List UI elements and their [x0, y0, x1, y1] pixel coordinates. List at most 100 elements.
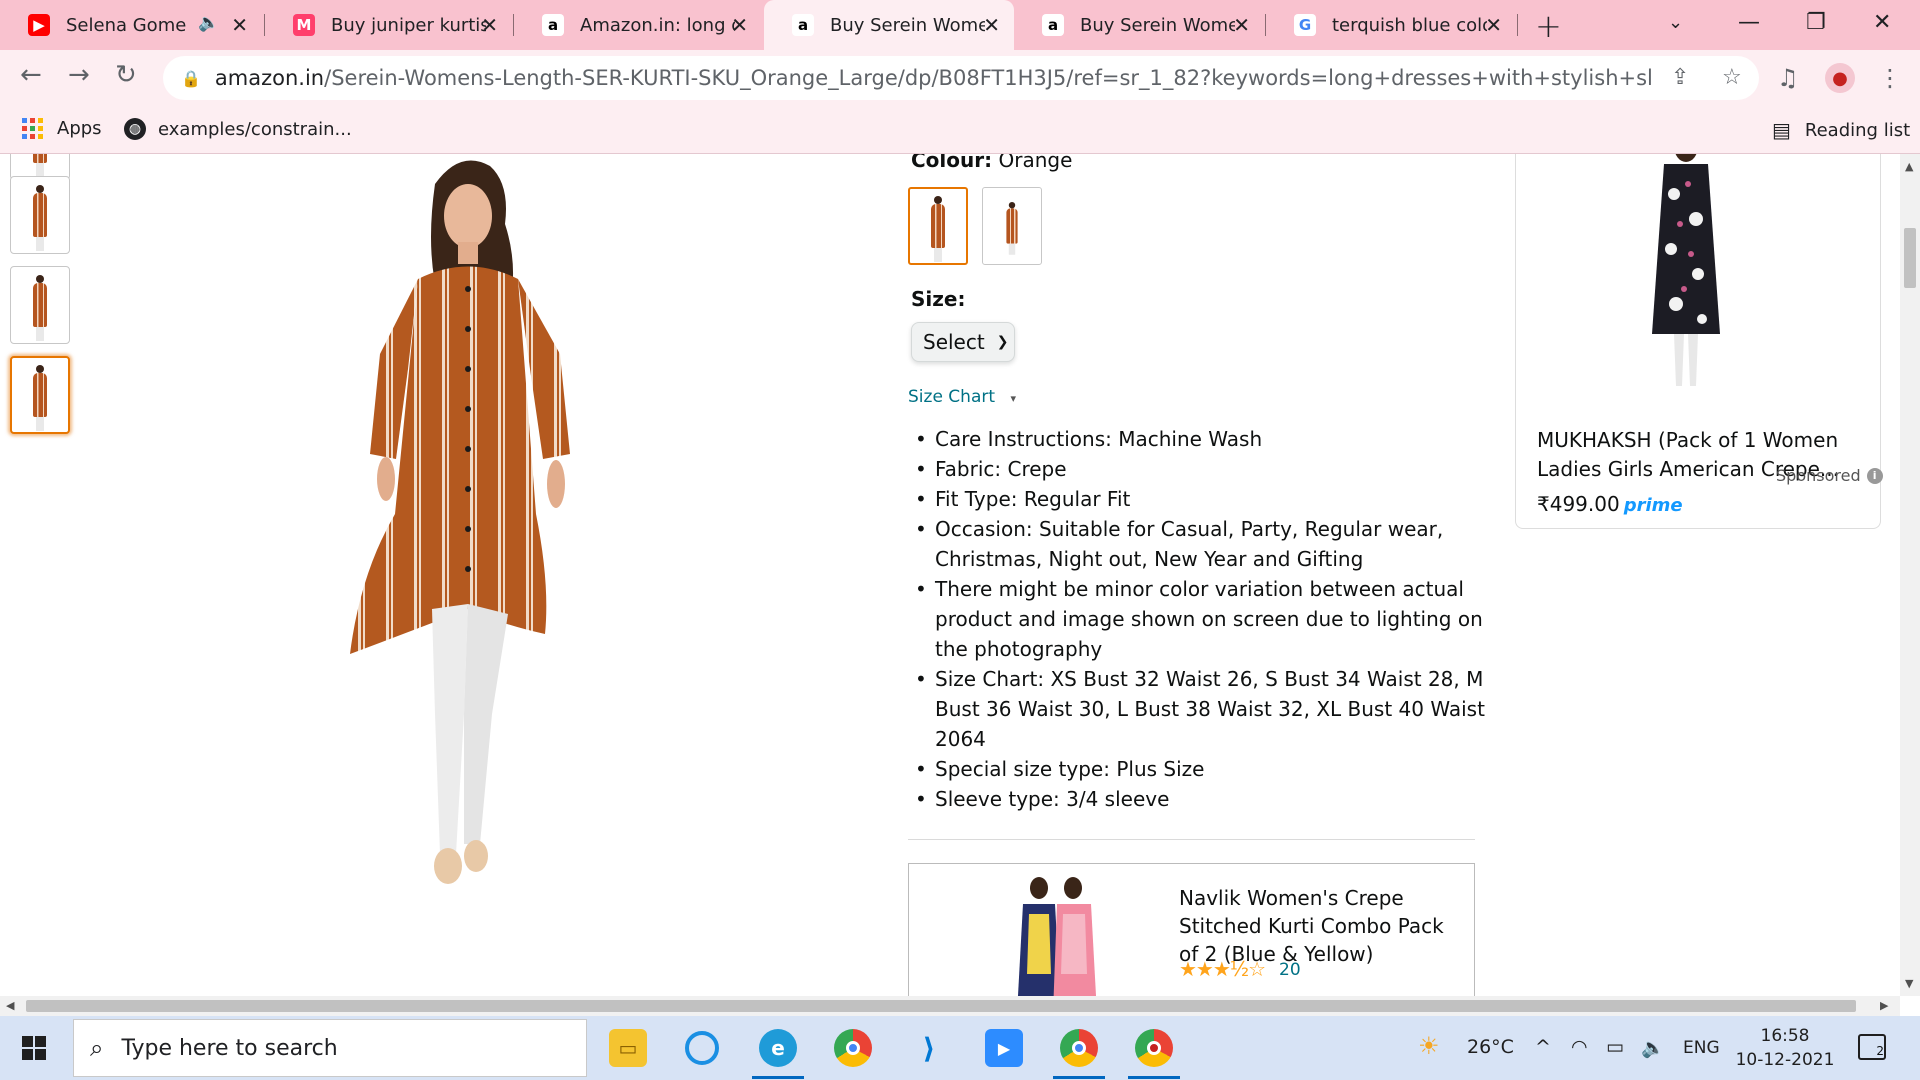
zoom-icon[interactable]: ▶	[985, 1029, 1023, 1067]
close-icon[interactable]: ✕	[1233, 13, 1250, 37]
feature-bullet: Occasion: Suitable for Casual, Party, Re…	[915, 514, 1485, 574]
reading-list-label: Reading list	[1804, 119, 1911, 141]
new-tab-button[interactable]: +	[1535, 7, 1562, 45]
colour-swatch[interactable]	[982, 187, 1042, 265]
product-page: Colour: Orange Size: Select ❯ Size Chart…	[0, 154, 1900, 996]
bookmarks-bar: Apps ◍ examples/constrain... ▤ Reading l…	[0, 106, 1920, 154]
tab-title: terquish blue colou	[1332, 14, 1487, 36]
youtube-icon: ▶	[28, 14, 50, 36]
sponsored-product-card[interactable]: Navlik Women's Crepe Stitched Kurti Comb…	[908, 863, 1475, 996]
bookmark-apps[interactable]: Apps	[22, 118, 102, 139]
size-chart-link[interactable]: Size Chart ▾	[908, 387, 1016, 407]
vertical-scrollbar[interactable]: ▲ ▼	[1900, 154, 1920, 996]
weather-icon[interactable]: ☀	[1418, 1032, 1440, 1060]
close-icon[interactable]: ✕	[731, 13, 748, 37]
close-icon[interactable]: ✕	[231, 13, 248, 37]
horizontal-scroll-thumb[interactable]	[26, 1000, 1856, 1012]
share-icon[interactable]: ⇪	[1671, 65, 1689, 90]
browser-toolbar: ← → ↻ 🔒 amazon.in /Serein-Womens-Length-…	[0, 50, 1920, 106]
swatch-image	[1006, 201, 1018, 255]
price-value: ₹499.00	[1537, 492, 1620, 516]
chevron-down-icon: ▾	[1010, 392, 1016, 405]
language-indicator[interactable]: ENG	[1683, 1038, 1720, 1058]
sponsored-text: Sponsored	[1776, 466, 1861, 485]
speaker-icon[interactable]: 🔈	[198, 13, 219, 33]
feature-bullet: Fit Type: Regular Fit	[915, 484, 1485, 514]
product-thumbnail[interactable]	[10, 266, 70, 344]
lock-icon[interactable]: 🔒	[181, 69, 201, 88]
windows-taskbar: ⌕ Type here to search ▭ e ⟩ ▶ ☀ 26°C ^ ◠…	[0, 1016, 1920, 1080]
close-icon[interactable]: ✕	[1485, 13, 1502, 37]
battery-icon[interactable]: ▭	[1606, 1036, 1624, 1058]
tab-title: Amazon.in: long dr	[580, 14, 735, 36]
close-icon[interactable]: ✕	[481, 13, 498, 37]
notification-center-icon[interactable]: 2	[1858, 1034, 1886, 1060]
bookmark-examples[interactable]: ◍ examples/constrain...	[124, 118, 352, 140]
forward-button[interactable]: →	[68, 60, 90, 90]
volume-icon[interactable]: 🔈	[1641, 1036, 1665, 1059]
reading-list-button[interactable]: ▤ Reading list	[1772, 118, 1910, 142]
wifi-icon[interactable]: ◠	[1571, 1036, 1588, 1058]
tab-google[interactable]: G terquish blue colou ✕	[1266, 0, 1516, 50]
star-rating-icon[interactable]: ★★★½☆	[1179, 957, 1266, 981]
scroll-down-icon[interactable]: ▼	[1905, 977, 1913, 990]
close-icon[interactable]: ✕	[983, 13, 1000, 37]
chrome-icon[interactable]	[834, 1029, 872, 1067]
scroll-right-icon[interactable]: ▶	[1880, 999, 1888, 1012]
tab-amazon-product[interactable]: a Buy Serein Women ✕	[1014, 0, 1264, 50]
feature-bullet: Fabric: Crepe	[915, 454, 1485, 484]
minimize-button[interactable]: —	[1738, 10, 1760, 35]
close-window-button[interactable]: ✕	[1873, 10, 1891, 35]
tab-amazon-product-active[interactable]: a Buy Serein Women ✕	[764, 0, 1014, 50]
colour-value: Orange	[998, 154, 1073, 172]
taskbar-search-placeholder: Type here to search	[121, 1035, 338, 1061]
feature-bullet: Care Instructions: Machine Wash	[915, 424, 1485, 454]
tab-amazon-search[interactable]: a Amazon.in: long dr ✕	[514, 0, 762, 50]
globe-icon: ◍	[124, 118, 146, 140]
info-icon[interactable]: i	[1866, 467, 1883, 484]
taskbar-search-input[interactable]: ⌕ Type here to search	[73, 1019, 587, 1077]
file-explorer-icon[interactable]: ▭	[609, 1029, 647, 1067]
ad-product-title[interactable]: Navlik Women's Crepe Stitched Kurti Comb…	[1179, 884, 1459, 968]
tab-search-icon[interactable]: ⌄	[1668, 12, 1683, 33]
vscode-icon[interactable]: ⟩	[910, 1029, 948, 1067]
tab-youtube[interactable]: ▶ Selena Gomez 🔈 ✕	[0, 0, 262, 50]
profile-avatar[interactable]: ●	[1825, 63, 1855, 93]
product-thumbnail-selected[interactable]	[10, 356, 70, 434]
chrome-profile-icon[interactable]	[1053, 1029, 1105, 1079]
edge-icon[interactable]: e	[752, 1029, 804, 1079]
floral-kurti-image[interactable]	[1636, 154, 1736, 394]
size-dropdown[interactable]: Select ❯	[911, 322, 1015, 362]
restore-button[interactable]: ❐	[1806, 10, 1826, 35]
chevron-up-icon[interactable]: ^	[1535, 1036, 1551, 1058]
url-path: /Serein-Womens-Length-SER-KURTI-SKU_Oran…	[324, 66, 1654, 90]
scroll-left-icon[interactable]: ◀	[6, 999, 14, 1012]
back-button[interactable]: ←	[20, 60, 42, 90]
combo-kurti-image[interactable]	[1005, 874, 1105, 996]
product-main-image[interactable]	[340, 154, 620, 934]
horizontal-scrollbar[interactable]: ◀ ▶	[0, 996, 1900, 1016]
review-count[interactable]: 20	[1279, 960, 1301, 980]
size-label: Size:	[911, 287, 966, 311]
address-bar[interactable]: 🔒 amazon.in /Serein-Womens-Length-SER-KU…	[163, 56, 1759, 100]
scroll-up-icon[interactable]: ▲	[1905, 160, 1913, 173]
media-control-icon[interactable]: ♫	[1777, 64, 1799, 92]
windows-start-icon[interactable]	[22, 1036, 46, 1060]
clock-time: 16:58	[1760, 1026, 1810, 1046]
clock[interactable]: 16:58 10-12-2021	[1730, 1024, 1840, 1072]
bookmark-star-icon[interactable]: ☆	[1722, 65, 1742, 90]
feature-bullet: Sleeve type: 3/4 sleeve	[915, 784, 1485, 814]
menu-kebab-icon[interactable]: ⋮	[1878, 64, 1902, 92]
kurti-thumbnail-image	[33, 185, 47, 251]
reload-button[interactable]: ↻	[115, 60, 137, 90]
product-thumbnail[interactable]	[10, 176, 70, 254]
cortana-icon[interactable]	[685, 1031, 719, 1065]
sponsored-label[interactable]: Sponsored i	[1776, 466, 1883, 485]
colour-swatch-orange-selected[interactable]	[908, 187, 968, 265]
prime-badge-icon: prime	[1623, 495, 1683, 516]
weather-temp[interactable]: 26°C	[1467, 1036, 1514, 1058]
chrome-active-icon[interactable]	[1128, 1029, 1180, 1079]
clock-date: 10-12-2021	[1735, 1050, 1835, 1070]
vertical-scroll-thumb[interactable]	[1904, 228, 1916, 288]
tab-myntra[interactable]: M Buy juniper kurtis O ✕	[265, 0, 512, 50]
